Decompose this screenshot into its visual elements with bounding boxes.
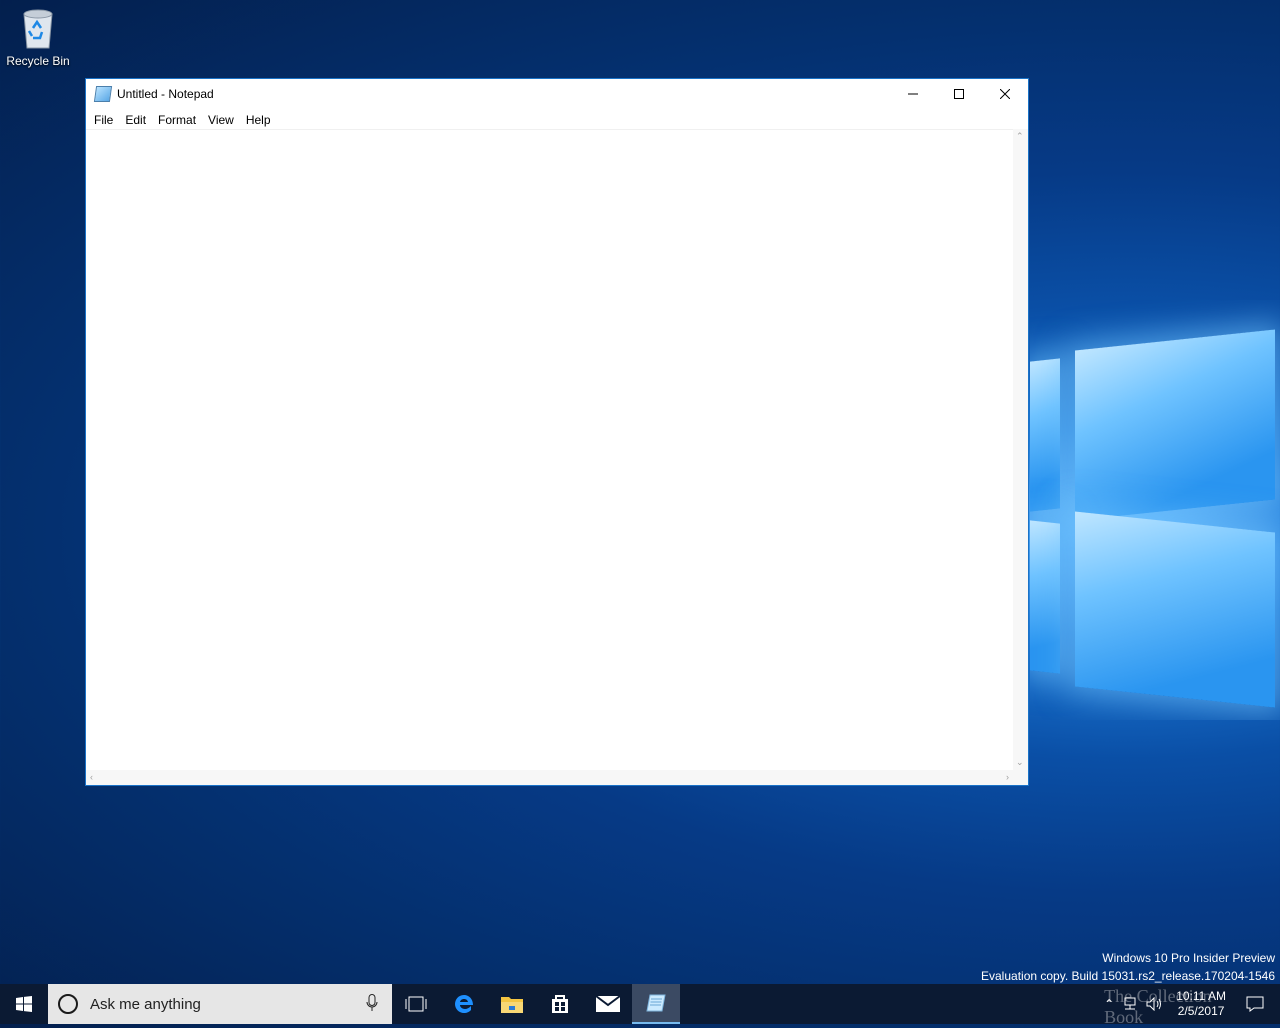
maximize-icon — [954, 89, 964, 99]
taskbar: Ask me anything ⌃ 10:11 AM 2/5/2017 The … — [0, 984, 1280, 1027]
menu-view[interactable]: View — [202, 109, 240, 131]
volume-icon[interactable] — [1146, 997, 1164, 1011]
action-center-icon[interactable] — [1246, 996, 1264, 1012]
desktop-icon-recycle-bin[interactable]: Recycle Bin — [4, 6, 72, 68]
menu-help[interactable]: Help — [240, 109, 277, 131]
mail-button[interactable] — [584, 984, 632, 1024]
desktop-icon-label: Recycle Bin — [6, 54, 70, 68]
scroll-right-icon[interactable]: › — [1006, 773, 1009, 782]
cortana-icon — [58, 994, 78, 1014]
clock[interactable]: 10:11 AM 2/5/2017 — [1176, 989, 1226, 1019]
menu-file[interactable]: File — [88, 109, 119, 131]
scroll-down-icon[interactable]: ⌄ — [1016, 758, 1024, 767]
clock-date: 2/5/2017 — [1177, 1004, 1225, 1018]
task-view-button[interactable] — [392, 984, 440, 1024]
watermark-line-2: Evaluation copy. Build 15031.rs2_release… — [981, 969, 1275, 983]
window-title: Untitled - Notepad — [117, 87, 214, 101]
wallpaper — [1030, 300, 1280, 720]
search-box[interactable]: Ask me anything — [48, 984, 392, 1024]
wallpaper-pane — [1075, 329, 1275, 521]
clock-time: 10:11 AM — [1176, 989, 1226, 1003]
caption-buttons — [890, 79, 1028, 109]
scroll-up-icon[interactable]: ⌃ — [1016, 132, 1024, 141]
notepad-taskbar-button[interactable] — [632, 984, 680, 1024]
vertical-scrollbar[interactable]: ⌃ ⌄ — [1013, 129, 1028, 770]
horizontal-scrollbar[interactable]: ‹ › — [86, 770, 1013, 785]
file-explorer-button[interactable] — [488, 984, 536, 1024]
microphone-icon[interactable] — [366, 994, 378, 1012]
mail-icon — [595, 995, 621, 1012]
show-hidden-icons-icon[interactable]: ⌃ — [1104, 997, 1114, 1011]
notepad-icon — [646, 994, 666, 1012]
menu-bar: File Edit Format View Help — [86, 109, 1028, 131]
close-icon — [1000, 89, 1010, 99]
scroll-left-icon[interactable]: ‹ — [90, 773, 93, 782]
edge-button[interactable] — [440, 984, 488, 1024]
close-button[interactable] — [982, 79, 1028, 109]
minimize-icon — [908, 93, 918, 95]
watermark-line-1: Windows 10 Pro Insider Preview — [1102, 951, 1275, 965]
windows-logo-icon — [16, 996, 32, 1012]
store-icon — [552, 995, 568, 1013]
title-bar[interactable]: Untitled - Notepad — [86, 79, 1028, 109]
notepad-window[interactable]: Untitled - Notepad File Edit Format View… — [85, 78, 1029, 786]
wallpaper-pane — [1075, 511, 1275, 708]
minimize-button[interactable] — [890, 79, 936, 109]
search-placeholder: Ask me anything — [90, 995, 201, 1013]
text-editor[interactable] — [86, 129, 1013, 770]
menu-format[interactable]: Format — [152, 109, 202, 131]
notepad-icon — [93, 86, 113, 102]
maximize-button[interactable] — [936, 79, 982, 109]
menu-edit[interactable]: Edit — [119, 109, 152, 131]
system-tray: ⌃ 10:11 AM 2/5/2017 The Collection Book — [1104, 984, 1280, 1027]
wallpaper-pane — [1030, 520, 1060, 674]
wallpaper-pane — [1030, 358, 1060, 512]
edge-icon — [455, 995, 473, 1013]
resize-grip-icon[interactable] — [1013, 770, 1028, 785]
recycle-bin-icon — [19, 6, 57, 50]
start-button[interactable] — [0, 984, 48, 1024]
task-view-icon — [405, 996, 427, 1012]
store-button[interactable] — [536, 984, 584, 1024]
build-watermark: Windows 10 Pro Insider Preview Evaluatio… — [981, 949, 1275, 985]
network-icon[interactable] — [1122, 997, 1138, 1011]
file-explorer-icon — [501, 997, 523, 1013]
